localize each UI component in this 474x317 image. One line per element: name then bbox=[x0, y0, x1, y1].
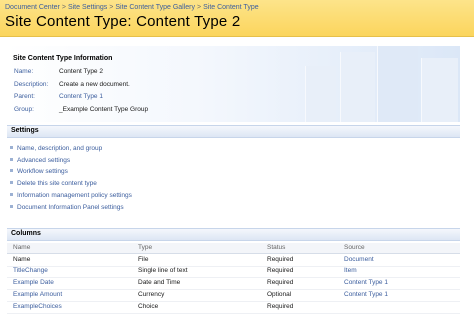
cell-type: Choice bbox=[138, 303, 159, 310]
columns-table-header: Name Type Status Source bbox=[7, 243, 460, 254]
cell-source-link[interactable]: Item bbox=[344, 267, 357, 274]
breadcrumb-separator: > bbox=[61, 4, 66, 11]
cell-source-link[interactable]: Content Type 1 bbox=[344, 291, 388, 298]
cell-status: Required bbox=[267, 303, 294, 310]
column-header-status: Status bbox=[267, 244, 286, 251]
cell-type: Single line of text bbox=[138, 267, 188, 274]
breadcrumb-document-center[interactable]: Document Center bbox=[5, 4, 60, 11]
info-label: Description: bbox=[14, 81, 49, 88]
bullet-icon bbox=[10, 157, 13, 161]
table-row: TitleChange Single line of text Required… bbox=[7, 266, 460, 278]
settings-link-name-description-group[interactable]: Name, description, and group bbox=[10, 145, 102, 155]
column-header-name: Name bbox=[13, 244, 31, 251]
page-title: Site Content Type: Content Type 2 bbox=[5, 13, 241, 30]
bullet-icon bbox=[10, 192, 13, 196]
cell-name-link[interactable]: Example Amount bbox=[13, 291, 62, 298]
cell-name-link[interactable]: TitleChange bbox=[13, 267, 48, 274]
page-header: Document Center > Site Settings > Site Conte… bbox=[0, 0, 474, 37]
info-label: Name: bbox=[14, 68, 34, 75]
cell-status: Required bbox=[267, 267, 294, 274]
settings-link-delete[interactable]: Delete this site content type bbox=[10, 180, 97, 190]
parent-content-type-link[interactable]: Content Type 1 bbox=[59, 93, 103, 100]
breadcrumb-content-type-gallery[interactable]: Site Content Type Gallery bbox=[115, 4, 195, 11]
cell-name-link[interactable]: ExampleChoices bbox=[13, 303, 62, 310]
breadcrumb-site-settings[interactable]: Site Settings bbox=[68, 4, 107, 11]
cell-name-link[interactable]: Example Date bbox=[13, 279, 54, 286]
settings-section-title: Settings bbox=[11, 127, 39, 134]
info-section-title: Site Content Type Information bbox=[13, 55, 113, 62]
columns-section-title: Columns bbox=[11, 230, 41, 237]
column-header-type: Type bbox=[138, 244, 153, 251]
bullet-icon bbox=[10, 168, 13, 172]
table-row: ExampleChoices Choice Required bbox=[7, 302, 460, 314]
settings-link-label: Name, description, and group bbox=[17, 145, 103, 152]
bullet-icon bbox=[10, 204, 13, 208]
cell-type: Currency bbox=[138, 291, 165, 298]
breadcrumb-separator: > bbox=[109, 4, 114, 11]
settings-link-label: Information management policy settings bbox=[17, 192, 132, 199]
cell-source-link[interactable]: Document bbox=[344, 256, 374, 263]
settings-link-workflow[interactable]: Workflow settings bbox=[10, 168, 68, 178]
breadcrumb-separator: > bbox=[197, 4, 202, 11]
settings-section-header: Settings bbox=[7, 125, 460, 138]
table-row: Example Amount Currency Optional Content… bbox=[7, 290, 460, 302]
cell-status: Required bbox=[267, 279, 294, 286]
background-building-graphic bbox=[377, 46, 418, 122]
breadcrumb: Document Center > Site Settings > Site Conte… bbox=[5, 4, 259, 11]
settings-link-advanced[interactable]: Advanced settings bbox=[10, 157, 70, 167]
settings-link-document-information-panel[interactable]: Document Information Panel settings bbox=[10, 204, 124, 214]
settings-link-label: Document Information Panel settings bbox=[17, 204, 124, 211]
settings-link-label: Workflow settings bbox=[17, 168, 68, 175]
settings-link-information-management-policy[interactable]: Information management policy settings bbox=[10, 192, 132, 202]
cell-status: Required bbox=[267, 256, 294, 263]
info-value: Content Type 2 bbox=[59, 68, 103, 75]
column-header-source: Source bbox=[344, 244, 365, 251]
cell-status: Optional bbox=[267, 291, 292, 298]
settings-link-label: Advanced settings bbox=[17, 157, 71, 164]
settings-link-label: Delete this site content type bbox=[17, 180, 97, 187]
info-label: Group: bbox=[14, 106, 34, 113]
bullet-icon bbox=[10, 180, 13, 184]
info-value: Create a new document. bbox=[59, 81, 130, 88]
cell-source-link[interactable]: Content Type 1 bbox=[344, 279, 388, 286]
cell-name: Name bbox=[13, 256, 31, 263]
background-building-graphic bbox=[305, 66, 336, 122]
info-label: Parent: bbox=[14, 93, 35, 100]
background-building-graphic bbox=[421, 58, 458, 122]
cell-type: File bbox=[138, 256, 149, 263]
cell-type: Date and Time bbox=[138, 279, 181, 286]
info-value: _Example Content Type Group bbox=[59, 106, 149, 113]
background-building-graphic bbox=[340, 52, 375, 122]
bullet-icon bbox=[10, 145, 13, 149]
table-row: Example Date Date and Time Required Cont… bbox=[7, 278, 460, 290]
columns-section-header: Columns bbox=[7, 228, 460, 241]
breadcrumb-site-content-type: Site Content Type bbox=[203, 4, 259, 11]
